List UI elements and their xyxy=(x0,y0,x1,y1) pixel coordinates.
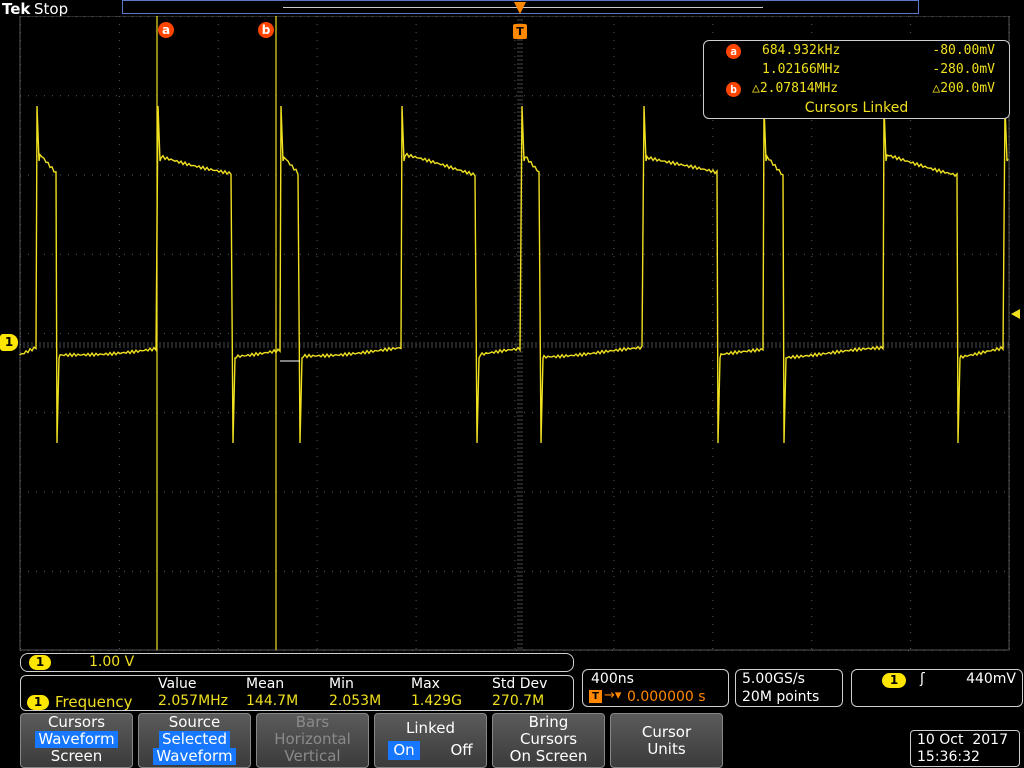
channel-scale-readout[interactable]: 1 1.00 V xyxy=(20,653,574,672)
source-button[interactable]: Source Selected Waveform xyxy=(138,713,251,768)
date: 10 Oct 2017 xyxy=(917,732,1008,748)
linked-on-option[interactable]: On xyxy=(388,741,420,760)
measurement-max: 1.429G xyxy=(411,693,462,709)
units-line1: Cursor xyxy=(641,723,692,741)
measurement-channel-badge: 1 xyxy=(27,695,49,710)
timebase: 400ns xyxy=(591,671,634,687)
trigger-delay-icon: T xyxy=(589,690,602,703)
bars-horizontal-option: Horizontal xyxy=(274,730,351,748)
trigger-level-marker-icon[interactable] xyxy=(1011,309,1020,319)
measurement-header-min: Min xyxy=(329,676,354,692)
cursor-b-voltage: -280.0mV xyxy=(932,62,995,77)
datetime-display: 10 Oct 2017 15:36:32 xyxy=(910,730,1020,767)
trigger-position-marker[interactable]: T xyxy=(513,24,527,39)
trigger-position-arrow-icon xyxy=(514,2,526,14)
channel-1-scale: 1.00 V xyxy=(89,654,135,670)
measurement-stddev: 270.7M xyxy=(492,693,545,709)
source-selected-line1: Selected xyxy=(158,731,231,748)
bring-line2: Cursors xyxy=(519,730,578,748)
source-selected-line2: Waveform xyxy=(153,748,236,765)
sample-rate: 5.00GS/s xyxy=(742,671,805,687)
bars-vertical-option: Vertical xyxy=(284,747,341,765)
bring-line1: Bring xyxy=(528,713,569,731)
units-line2: Units xyxy=(647,740,686,758)
linked-off-option[interactable]: Off xyxy=(450,741,472,759)
measurement-panel[interactable]: Value Mean Min Max Std Dev 1 Frequency 2… xyxy=(20,675,574,711)
cursor-a-readout-badge: a xyxy=(726,44,741,59)
measurement-header-stddev: Std Dev xyxy=(492,676,548,692)
cursors-screen-option[interactable]: Screen xyxy=(21,748,132,765)
horizontal-readout[interactable]: 400ns T →▾ 0.000000 s xyxy=(582,669,729,707)
oscilloscope-screen: Tek Stop a b T 1 a 684.932kHz -80.00mV 1… xyxy=(0,0,1024,768)
trigger-readout[interactable]: 1 ʃ 440mV xyxy=(851,669,1023,707)
trigger-channel-badge: 1 xyxy=(882,673,906,688)
cursor-b-marker[interactable]: b xyxy=(258,22,274,38)
bars-title: Bars xyxy=(295,713,330,731)
cursor-a-frequency: 684.932kHz xyxy=(762,43,841,58)
channel-1-ground-marker[interactable]: 1 xyxy=(0,334,18,351)
cursors-linked-status: Cursors Linked xyxy=(804,100,909,116)
bars-button[interactable]: Bars Horizontal Vertical xyxy=(256,713,369,768)
channel-1-marker-label: 1 xyxy=(4,335,14,349)
horizontal-position: 0.000000 s xyxy=(627,689,706,705)
cursor-a-marker[interactable]: a xyxy=(158,22,174,38)
measurement-name: Frequency xyxy=(55,693,133,711)
measurement-min: 2.053M xyxy=(329,693,382,709)
delta-voltage: △200.0mV xyxy=(932,81,995,96)
time: 15:36:32 xyxy=(917,749,980,765)
channel-1-badge: 1 xyxy=(29,655,51,670)
measurement-value: 2.057MHz xyxy=(158,693,229,709)
trigger-marker-label: T xyxy=(516,25,524,38)
cursor-b-label: b xyxy=(261,23,271,37)
cursor-b-readout-badge: b xyxy=(726,82,741,97)
rising-edge-icon: ʃ xyxy=(920,671,925,687)
cursors-waveform-option[interactable]: Waveform xyxy=(35,731,118,748)
cursors-title: Cursors xyxy=(47,713,106,731)
linked-button[interactable]: Linked On Off xyxy=(374,713,487,768)
bring-line3: On Screen xyxy=(509,747,588,765)
cursor-units-button[interactable]: Cursor Units xyxy=(610,713,723,768)
measurement-header-max: Max xyxy=(411,676,440,692)
delta-frequency: △2.07814MHz xyxy=(752,81,839,96)
measurement-header-mean: Mean xyxy=(246,676,285,692)
bring-cursors-on-screen-button[interactable]: Bring Cursors On Screen xyxy=(492,713,605,768)
record-length: 20M points xyxy=(742,689,820,705)
measurement-header-value: Value xyxy=(158,676,197,692)
source-title: Source xyxy=(168,713,221,731)
linked-title: Linked xyxy=(406,719,455,737)
cursors-mode-button[interactable]: Cursors Waveform Screen xyxy=(20,713,133,768)
cursor-a-voltage: -80.00mV xyxy=(932,43,995,58)
acquisition-readout[interactable]: 5.00GS/s 20M points xyxy=(735,669,843,707)
cursor-readout-panel: a 684.932kHz -80.00mV 1.02166MHz -280.0m… xyxy=(703,40,1010,119)
cursor-b-frequency: 1.02166MHz xyxy=(762,62,841,77)
trigger-level: 440mV xyxy=(966,671,1016,687)
trigger-delay-arrow-icon: →▾ xyxy=(604,688,622,703)
cursor-a-label: a xyxy=(161,23,171,37)
measurement-mean: 144.7M xyxy=(246,693,299,709)
